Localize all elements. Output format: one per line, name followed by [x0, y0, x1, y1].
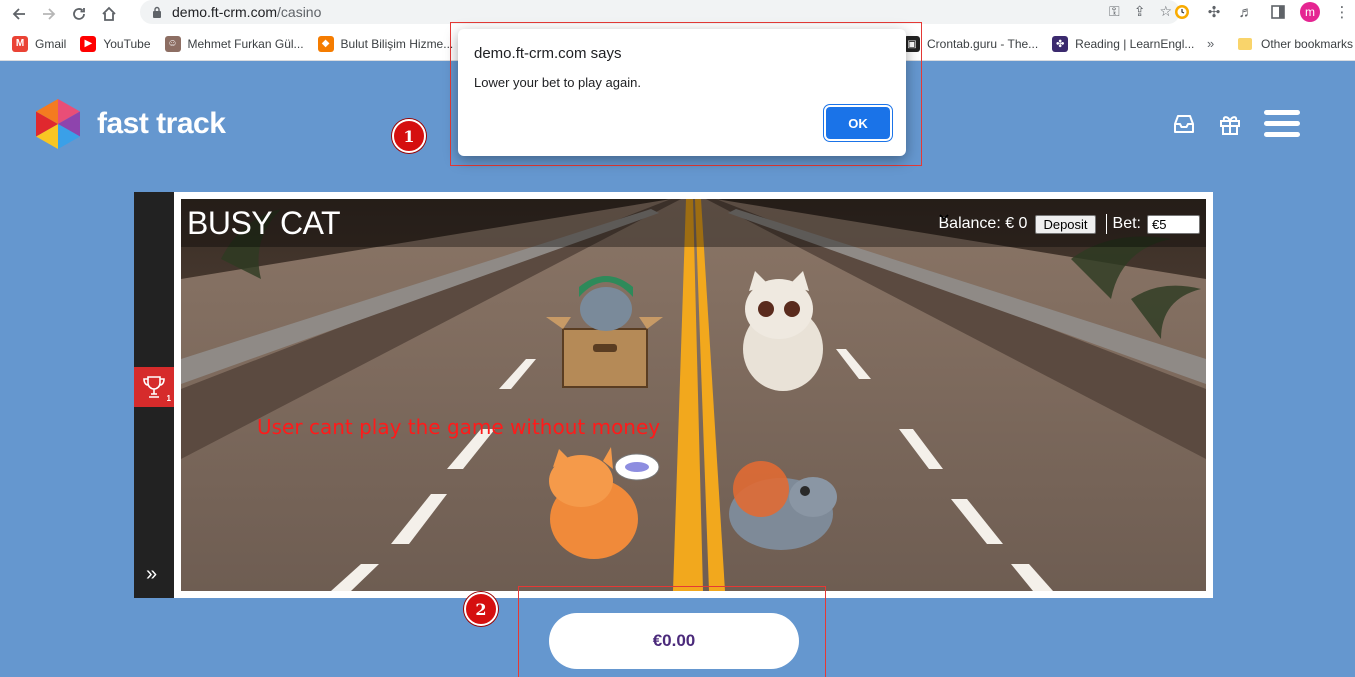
- learnenglish-icon: ✤: [1052, 36, 1069, 52]
- bookmark-label: Mehmet Furkan Gül...: [187, 36, 304, 51]
- brand-name[interactable]: fast track: [97, 107, 226, 141]
- annotation-badge-2: 2: [464, 592, 498, 626]
- inbox-icon[interactable]: [1172, 113, 1196, 135]
- reload-button[interactable]: [68, 3, 90, 25]
- game-scene: [181, 199, 1206, 591]
- url-path: /casino: [277, 4, 322, 20]
- balance-label: Balance: € 0: [938, 215, 1028, 232]
- bookmark-label: YouTube: [103, 36, 151, 51]
- youtube-icon: ▶: [80, 35, 97, 52]
- bookmark-bulut[interactable]: ◆ Bulut Bilişim Hizme...: [317, 35, 454, 52]
- forward-button[interactable]: [38, 3, 60, 25]
- bookmark-crontab[interactable]: ▣ Crontab.guru - The...: [904, 36, 1038, 52]
- fasttrack-logo-icon[interactable]: [35, 99, 81, 149]
- url-host: demo.ft-crm.com: [172, 4, 278, 20]
- trophy-count: 1: [166, 394, 171, 403]
- more-bookmarks-chevron-icon[interactable]: »: [1207, 36, 1214, 51]
- person-icon: ☺: [164, 35, 181, 52]
- deposit-button[interactable]: Deposit: [1035, 214, 1096, 234]
- extension-clock-icon[interactable]: [1172, 2, 1192, 22]
- cube-icon: ◆: [317, 35, 334, 52]
- arrow-right-icon: [43, 7, 56, 20]
- bookmark-label: Crontab.guru - The...: [927, 37, 1039, 51]
- gmail-icon: M: [12, 35, 28, 52]
- leaderboard-button[interactable]: 1: [134, 367, 174, 407]
- gift-icon[interactable]: [1218, 112, 1242, 136]
- bookmark-label: Bulut Bilişim Hizme...: [340, 36, 454, 51]
- alert-dialog: demo.ft-crm.com says Lower your bet to p…: [458, 29, 906, 156]
- bet-select[interactable]: €5: [938, 214, 1200, 234]
- divider: [1105, 214, 1107, 234]
- home-button[interactable]: [98, 3, 120, 25]
- other-bookmarks-label: Other bookmarks: [1261, 37, 1354, 51]
- chevron-down-icon: [938, 214, 949, 220]
- key-icon[interactable]: ⚿: [1109, 3, 1120, 20]
- url-text: demo.ft-crm.com/casino: [172, 4, 321, 20]
- address-bar[interactable]: demo.ft-crm.com/casino ⚿ ⇪ ☆: [140, 0, 1180, 24]
- annotation-box-2: [518, 586, 826, 677]
- lock-icon: [153, 6, 161, 18]
- annotation-badge-1: 1: [392, 119, 426, 153]
- bookmark-label: Reading | LearnEngl...: [1075, 37, 1195, 51]
- bet-selected-value: €5: [1152, 216, 1167, 232]
- reload-icon: [73, 7, 85, 20]
- media-playlist-icon[interactable]: ♬: [1236, 2, 1256, 22]
- ok-button[interactable]: OK: [826, 107, 890, 139]
- side-panel-icon[interactable]: [1268, 2, 1288, 22]
- arrow-left-icon: [12, 7, 25, 20]
- bookmark-label: Gmail: [35, 36, 67, 51]
- kebab-menu-icon[interactable]: ⋮: [1332, 2, 1352, 22]
- star-icon[interactable]: ☆: [1159, 3, 1172, 20]
- game-title: BUSY CAT: [187, 205, 341, 241]
- share-icon[interactable]: ⇪: [1134, 3, 1146, 20]
- annotation-note: User cant play the game without money: [257, 415, 661, 439]
- back-button[interactable]: [8, 3, 30, 25]
- expand-chevrons-icon[interactable]: »: [146, 563, 157, 586]
- folder-icon: [1238, 38, 1252, 50]
- dialog-title: demo.ft-crm.com says: [474, 45, 622, 62]
- puzzle-icon[interactable]: ✣: [1204, 2, 1224, 22]
- bookmark-learnenglish[interactable]: ✤ Reading | LearnEngl...: [1052, 36, 1194, 52]
- bookmark-youtube[interactable]: ▶ YouTube: [80, 35, 151, 52]
- hamburger-menu-icon[interactable]: [1264, 110, 1300, 138]
- bookmark-gmail[interactable]: M Gmail: [12, 35, 67, 52]
- game-side-rail: 1 »: [134, 192, 174, 598]
- game-controls: Balance: € 0 Deposit Bet: €5: [938, 214, 1200, 234]
- profile-avatar[interactable]: m: [1300, 2, 1320, 22]
- dialog-message: Lower your bet to play again.: [474, 75, 641, 90]
- trophy-icon: [143, 376, 165, 398]
- game-canvas[interactable]: BUSY CAT Balance: € 0 Deposit Bet: €5 Us…: [181, 199, 1206, 591]
- bookmark-mehmet[interactable]: ☺ Mehmet Furkan Gül...: [164, 35, 304, 52]
- bet-label: Bet:: [1112, 215, 1141, 232]
- home-icon: [102, 6, 116, 21]
- other-bookmarks[interactable]: Other bookmarks: [1238, 27, 1353, 61]
